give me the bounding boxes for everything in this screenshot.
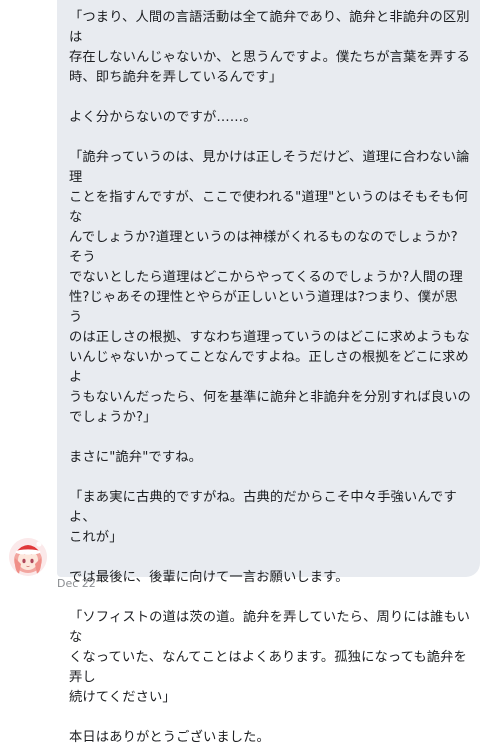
message-paragraph: 本日はありがとうございました。 <box>69 730 270 745</box>
message-paragraph: まさに"詭弁"ですね。 <box>69 450 203 465</box>
message-paragraph: 「つまり、人間の言語活動は全て詭弁であり、詭弁と非詭弁の区別は 存在しないんじゃ… <box>69 10 470 85</box>
anime-girl-avatar-icon <box>9 538 47 576</box>
message-paragraph: 「ソフィストの道は茨の道。詭弁を弄していたら、周りには誰もいな くなっていた、な… <box>69 610 470 705</box>
message-timestamp: Dec 22 <box>57 577 96 590</box>
message-paragraph: よく分からないのですが……。 <box>69 110 257 125</box>
message-text: 「つまり、人間の言語活動は全て詭弁であり、詭弁と非詭弁の区別は 存在しないんじゃ… <box>69 8 471 748</box>
message-paragraph: では最後に、後輩に向けて一言お願いします。 <box>69 570 349 585</box>
message-paragraph: 「詭弁っていうのは、見かけは正しそうだけど、道理に合わない論理 ことを指すんです… <box>69 150 471 425</box>
sender-avatar[interactable] <box>9 538 47 576</box>
message-paragraph: 「まあ実に古典的ですがね。古典的だからこそ中々手強いんですよ、 これが」 <box>69 490 457 545</box>
